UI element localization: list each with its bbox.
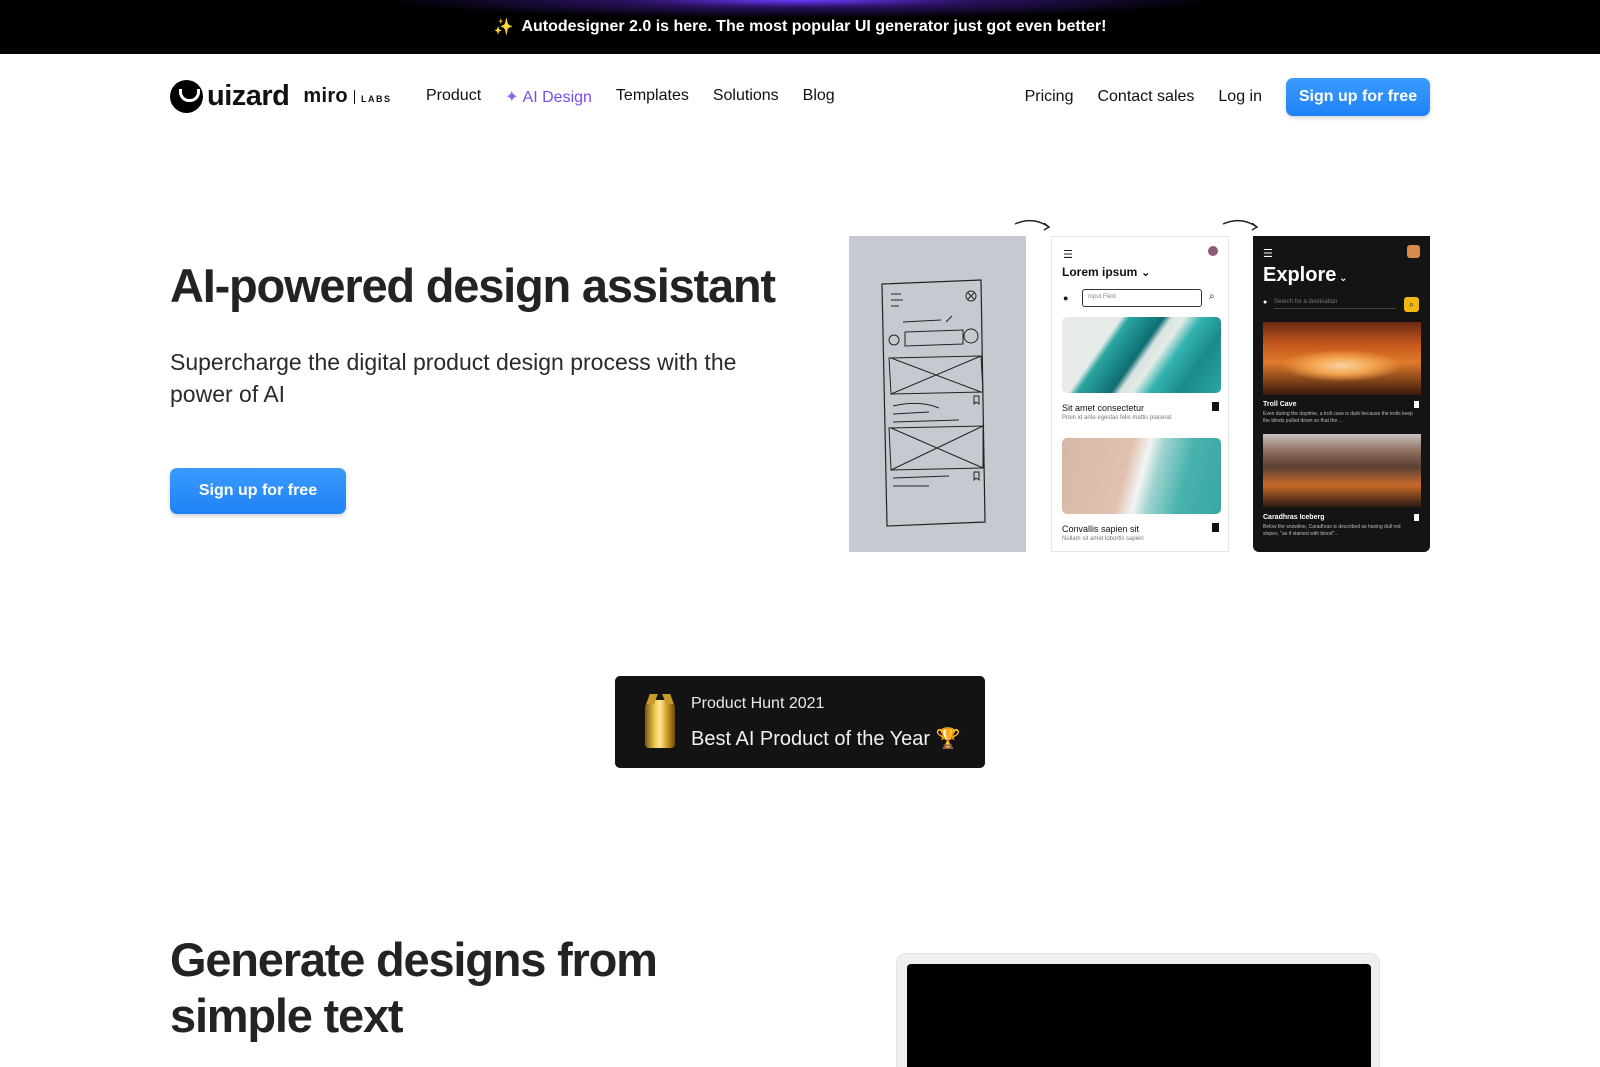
card-title: Sit amet consectetur [1062, 403, 1145, 413]
card-subtitle: Even during the daytime, a troll cave is… [1263, 411, 1413, 424]
bookmark-icon [1414, 401, 1419, 408]
glacier-image [1062, 317, 1221, 393]
golden-kitty-icon [645, 700, 675, 748]
card-subtitle: Nullam sit amet lobortis sapien [1062, 536, 1144, 542]
arrow-icon [1222, 219, 1259, 231]
card-title: Convallis sapien sit [1062, 524, 1140, 534]
mockup-search-field: Search for a destination [1274, 299, 1396, 309]
wireframe-sketch [881, 279, 986, 527]
section-title: Generate designs from simple text [170, 933, 658, 1042]
nav-pricing[interactable]: Pricing [1025, 88, 1074, 106]
card-title: Troll Cave [1263, 401, 1297, 408]
nav-ai-design[interactable]: ✦ AI Design [505, 87, 592, 107]
nav-solutions[interactable]: Solutions [713, 87, 779, 107]
announcement-bar[interactable]: ✨ Autodesigner 2.0 is here. The most pop… [0, 0, 1600, 54]
beach-image [1062, 438, 1221, 514]
logo[interactable]: uizard miro LABS [170, 80, 391, 113]
nav-links: Product ✦ AI Design Templates Solutions B… [426, 87, 859, 107]
mockup-title: Lorem ipsum ⌄ [1062, 265, 1151, 279]
bookmark-icon [1212, 402, 1219, 411]
nav-right: Pricing Contact sales Log in Sign up for… [1001, 78, 1430, 116]
nav-templates[interactable]: Templates [616, 87, 689, 107]
arrow-icon [1014, 219, 1051, 231]
avatar [1407, 245, 1420, 258]
nav-product[interactable]: Product [426, 87, 481, 107]
nav-contact-sales[interactable]: Contact sales [1097, 88, 1194, 106]
uizard-logo-icon [170, 80, 203, 113]
signup-button[interactable]: Sign up for free [1286, 78, 1430, 116]
hero-subtitle: Supercharge the digital product design p… [170, 349, 737, 407]
bookmark-icon [1212, 523, 1219, 532]
announcement-text: Autodesigner 2.0 is here. The most popul… [521, 18, 1107, 35]
nav-blog[interactable]: Blog [803, 87, 835, 107]
sparkle-icon: ✨ [493, 19, 514, 36]
sparkle-icon: ✦ [505, 89, 519, 106]
avatar [1208, 246, 1218, 256]
menu-icon: ☰ [1263, 248, 1273, 260]
menu-icon: ☰ [1063, 249, 1073, 261]
location-pin-icon: ● [1263, 299, 1268, 306]
hero-title: AI-powered design assistant [170, 259, 776, 312]
cave-image [1263, 322, 1421, 395]
demo-video[interactable] [907, 964, 1371, 1067]
card-title: Caradhras Iceberg [1263, 514, 1325, 521]
mockup-input-field: Input Field [1082, 289, 1202, 307]
sketch-mockup [849, 236, 1026, 552]
bookmark-icon [1414, 514, 1419, 521]
product-hunt-badge[interactable]: Product Hunt 2021 Best AI Product of the… [615, 676, 985, 768]
mockup-title: Explore ⌄ [1263, 264, 1348, 286]
demo-video-frame[interactable] [896, 953, 1380, 1067]
card-subtitle: Proin id ante egestas felis mattis place… [1062, 415, 1172, 421]
logo-text: uizard [207, 80, 290, 112]
light-app-mockup: ☰ Lorem ipsum ⌄ ● Input Field ⌕ Sit amet… [1051, 236, 1229, 552]
mountain-image [1263, 434, 1421, 507]
award-year: Product Hunt 2021 [691, 695, 825, 712]
search-icon: ⌕ [1209, 291, 1215, 302]
location-pin-icon: ● [1063, 293, 1069, 303]
card-subtitle: Below the snowline, Caradhras is describ… [1263, 524, 1401, 537]
top-navigation: uizard miro LABS Product ✦ AI Design Templ… [0, 54, 1600, 142]
hero-signup-button[interactable]: Sign up for free [170, 468, 346, 514]
miro-label: miro LABS [303, 85, 392, 107]
dark-app-mockup: ☰ Explore ⌄ ● Search for a destination ⌕… [1253, 236, 1430, 552]
award-title: Best AI Product of the Year 🏆 [691, 728, 961, 750]
search-icon: ⌕ [1404, 297, 1419, 312]
nav-log-in[interactable]: Log in [1218, 88, 1262, 106]
